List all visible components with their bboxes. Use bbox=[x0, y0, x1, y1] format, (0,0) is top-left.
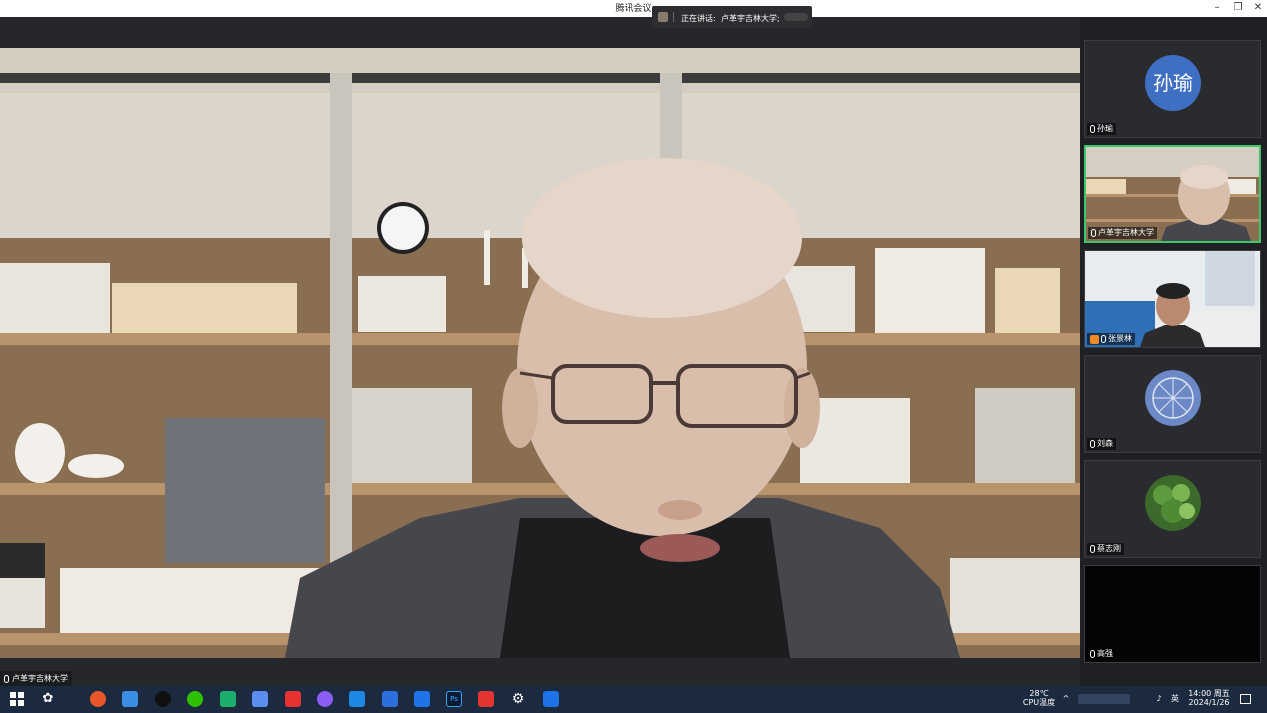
divider bbox=[673, 12, 674, 22]
avatar bbox=[1145, 370, 1201, 426]
participant-name: 高强 bbox=[1097, 649, 1113, 658]
mic-icon bbox=[1090, 650, 1095, 658]
qq-icon[interactable] bbox=[155, 691, 171, 707]
tray-icons[interactable] bbox=[1078, 694, 1130, 704]
participant-tile[interactable]: 蔡志刚 bbox=[1084, 460, 1261, 558]
participant-name: 刘森 bbox=[1097, 439, 1113, 448]
participant-label: 孙瑜 bbox=[1087, 123, 1116, 135]
settings-icon[interactable]: ⚙ bbox=[510, 691, 526, 707]
clock[interactable]: 14:00 周五 2024/1/26 bbox=[1186, 689, 1232, 707]
photoshop-icon[interactable]: Ps bbox=[446, 691, 462, 707]
start-icon[interactable] bbox=[9, 691, 25, 707]
speaker-name-chip: 卢革宇吉林大学 bbox=[0, 671, 72, 686]
speaker-avatar bbox=[658, 12, 668, 22]
title-bar: 腾讯会议 – ❐ ✕ bbox=[0, 0, 1267, 17]
mic-icon bbox=[1090, 125, 1095, 133]
participant-name: 卢革宇吉林大学 bbox=[1098, 228, 1154, 237]
time: 14:00 周五 bbox=[1188, 689, 1230, 698]
mic-icon bbox=[1090, 440, 1095, 448]
participant-label: 高强 bbox=[1087, 648, 1116, 660]
mic-icon bbox=[1091, 229, 1096, 237]
cpu-temp-label: CPU温度 bbox=[1022, 698, 1056, 707]
mic-icon bbox=[1101, 335, 1106, 343]
widgets-icon[interactable]: ✿ bbox=[40, 691, 56, 707]
avatar: 孙瑜 bbox=[1145, 55, 1201, 111]
speaking-indicator[interactable]: 正在讲话: 卢革宇吉林大学; bbox=[652, 6, 812, 28]
chevron-up-icon[interactable]: ^ bbox=[1061, 694, 1071, 703]
app3-icon[interactable] bbox=[349, 691, 365, 707]
taskbar: ✿ Ps ⚙ 28℃ CPU温度 ^ ♪ 英 14:00 周五 2024/1/2… bbox=[0, 686, 1267, 713]
main-video[interactable] bbox=[0, 48, 1080, 658]
avatar bbox=[1145, 475, 1201, 531]
app2-icon[interactable] bbox=[317, 691, 333, 707]
participant-tile-active[interactable]: 卢革宇吉林大学 bbox=[1084, 145, 1261, 243]
firefox-icon[interactable] bbox=[90, 691, 106, 707]
main-bottom-bar bbox=[0, 658, 1080, 686]
feishu-icon[interactable] bbox=[414, 691, 430, 707]
speaking-name: 卢革宇吉林大学; bbox=[721, 14, 780, 23]
host-icon bbox=[1090, 334, 1099, 344]
baidu-icon[interactable] bbox=[252, 691, 268, 707]
participant-tile[interactable]: 高强 bbox=[1084, 565, 1261, 663]
cpu-temp: 28℃ CPU温度 bbox=[1020, 689, 1058, 707]
mic-icon bbox=[4, 674, 9, 683]
app-icon[interactable] bbox=[220, 691, 236, 707]
app-title: 腾讯会议 bbox=[615, 4, 652, 14]
speaking-label: 正在讲话: bbox=[681, 14, 716, 23]
participant-label: 刘森 bbox=[1087, 438, 1116, 450]
speaking-wave-icon bbox=[784, 13, 808, 21]
participant-label: 张景林 bbox=[1087, 333, 1135, 345]
participant-tile[interactable]: 张景林 bbox=[1084, 250, 1261, 348]
wps-icon[interactable] bbox=[478, 691, 494, 707]
browser-icon[interactable] bbox=[122, 691, 138, 707]
participant-tile[interactable]: 孙瑜 孙瑜 bbox=[1084, 40, 1261, 138]
participant-name: 张景林 bbox=[1108, 334, 1132, 343]
participant-label: 蔡志刚 bbox=[1087, 543, 1124, 555]
xmind-icon[interactable] bbox=[285, 691, 301, 707]
participant-label: 卢革宇吉林大学 bbox=[1088, 227, 1157, 239]
close-button[interactable]: ✕ bbox=[1247, 0, 1267, 17]
participant-tile[interactable]: 刘森 bbox=[1084, 355, 1261, 453]
ime-indicator[interactable]: 英 bbox=[1169, 694, 1181, 703]
speaker-video-frame bbox=[0, 48, 1080, 658]
speaker-icon[interactable]: ♪ bbox=[1153, 694, 1165, 703]
participant-name: 孙瑜 bbox=[1097, 124, 1113, 133]
mic-icon bbox=[1090, 545, 1095, 553]
minimize-button[interactable]: – bbox=[1206, 0, 1228, 17]
participant-name: 蔡志刚 bbox=[1097, 544, 1121, 553]
wechat-icon[interactable] bbox=[187, 691, 203, 707]
restore-button[interactable]: ❐ bbox=[1227, 0, 1249, 17]
top-toolbar bbox=[0, 17, 1080, 48]
notification-icon[interactable] bbox=[1240, 694, 1251, 704]
cpu-temp-value: 28℃ bbox=[1029, 689, 1049, 698]
box-icon[interactable] bbox=[382, 691, 398, 707]
dingtalk-icon[interactable] bbox=[543, 691, 559, 707]
speaker-name: 卢革宇吉林大学 bbox=[12, 674, 68, 683]
date: 2024/1/26 bbox=[1188, 698, 1230, 707]
